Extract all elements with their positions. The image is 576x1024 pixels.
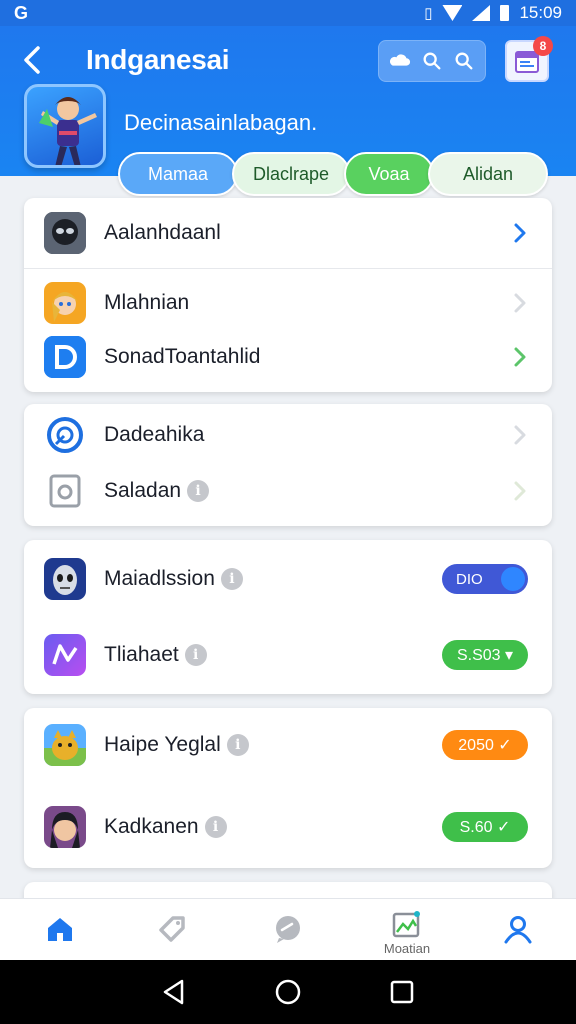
list-item[interactable]: Dadeahika	[24, 412, 552, 458]
toggle-knob	[501, 567, 525, 591]
gallery-icon	[392, 911, 420, 938]
app-screen: G ▯ 15:09 Indganesai 8 Decinasainlabagan…	[0, 0, 576, 1024]
profile-avatar[interactable]	[24, 84, 106, 168]
value-pill[interactable]: S.60 ✓	[442, 812, 528, 842]
list-item-label: Haipe Yeglal i	[104, 733, 249, 757]
search-icon-2[interactable]	[453, 50, 475, 72]
list-item-text: Haipe Yeglal	[104, 733, 221, 756]
circle-logo-icon	[44, 414, 86, 456]
dark-hair-portrait-icon	[44, 806, 86, 848]
settings-card-1: Aalanhdaanl Mlahnian SonadToantahlid	[24, 198, 552, 392]
status-bar: G ▯ 15:09	[0, 0, 576, 26]
list-item[interactable]: Maiadlssion i DIO	[24, 556, 552, 602]
header-action-group[interactable]	[378, 40, 486, 82]
divider	[24, 268, 552, 269]
system-navigation-bar	[0, 960, 576, 1024]
list-item[interactable]: Mlahnian	[24, 280, 552, 326]
d-logo-icon	[44, 336, 86, 378]
nav-home[interactable]	[40, 909, 80, 949]
chevron-right-icon	[514, 223, 526, 243]
list-item[interactable]: Aalanhdaanl	[24, 210, 552, 256]
character-portrait-icon	[44, 282, 86, 324]
list-item-label: Saladan i	[104, 479, 210, 503]
bottom-navigation: Moatian	[0, 898, 576, 960]
chevron-right-icon	[514, 347, 526, 367]
list-item-text: Tliahaet	[104, 643, 179, 666]
info-icon[interactable]: i	[204, 816, 227, 838]
info-icon[interactable]: i	[184, 644, 207, 666]
list-item-label: Maiadlssion i	[104, 567, 243, 591]
nav-gallery[interactable]	[386, 905, 426, 945]
notification-badge: 8	[533, 36, 553, 56]
back-button[interactable]	[20, 44, 50, 78]
info-icon[interactable]: i	[220, 568, 243, 590]
value-pill[interactable]: S.S03 ▾	[442, 640, 528, 670]
tab-1[interactable]: Mamaa	[118, 152, 238, 196]
list-item-label: Dadeahika	[104, 423, 205, 446]
golden-creature-icon	[44, 724, 86, 766]
page-title: Indganesai	[86, 44, 230, 75]
purple-logo-icon	[44, 634, 86, 676]
list-item-label: SonadToantahlid	[104, 345, 261, 368]
chevron-right-icon	[514, 425, 526, 445]
list-item-label: Aalanhdaanl	[104, 221, 221, 244]
profile-icon	[504, 916, 532, 944]
status-time: 15:09	[519, 3, 562, 22]
camera-frame-icon	[44, 470, 86, 512]
list-item-label: Kadkanen i	[104, 815, 227, 839]
home-icon	[48, 918, 72, 941]
toggle-label: DIO	[456, 570, 483, 588]
value-pill[interactable]: 2050 ✓	[442, 730, 528, 760]
nav-chat[interactable]	[268, 909, 308, 949]
status-app-icon: G	[14, 2, 29, 23]
list-item[interactable]: SonadToantahlid	[24, 334, 552, 380]
tab-4[interactable]: Alidan	[428, 152, 548, 196]
filter-tabs: Mamaa Dlaclrape Voaa Alidan	[118, 152, 548, 196]
list-item[interactable]: Tliahaet i S.S03 ▾	[24, 632, 552, 678]
chevron-right-icon	[514, 481, 526, 501]
list-item[interactable]: Kadkanen i S.60 ✓	[24, 804, 552, 850]
info-icon[interactable]: i	[187, 480, 210, 502]
list-item[interactable]: Saladan i	[24, 468, 552, 514]
cloud-icon	[389, 54, 411, 66]
chevron-left-icon	[24, 46, 40, 74]
header-subtitle: Decinasainlabagan.	[124, 110, 318, 135]
home-circle-icon[interactable]	[274, 978, 302, 1006]
character-avatar-icon	[39, 97, 97, 165]
nav-profile[interactable]	[498, 909, 538, 949]
wifi-icon	[442, 5, 463, 21]
battery-icon	[500, 5, 510, 21]
settings-card-3: Maiadlssion i DIO Tliahaet i S.S03 ▾	[24, 540, 552, 694]
tag-icon	[159, 916, 185, 942]
tab-3[interactable]: Voaa	[344, 152, 434, 196]
list-item-label: Mlahnian	[104, 291, 190, 314]
list-item-text: Saladan	[104, 479, 182, 502]
masked-face-icon	[44, 212, 86, 254]
list-item-text: Kadkanen	[104, 815, 199, 838]
toggle-switch[interactable]: DIO	[442, 564, 528, 594]
alien-face-icon	[44, 558, 86, 600]
tab-2[interactable]: Dlaclrape	[232, 152, 350, 196]
list-item-text: Maiadlssion	[104, 567, 215, 590]
vibrate-icon: ▯	[424, 5, 433, 22]
calendar-button[interactable]: 8	[505, 36, 553, 82]
chat-icon	[276, 916, 300, 943]
settings-card-2: Dadeahika Saladan i	[24, 404, 552, 526]
info-icon[interactable]: i	[226, 734, 249, 756]
recents-square-icon[interactable]	[388, 978, 416, 1006]
status-indicators: ▯ 15:09	[424, 3, 562, 23]
settings-card-4: Haipe Yeglal i 2050 ✓ Kadkanen i S.60 ✓	[24, 708, 552, 868]
nav-tag[interactable]	[152, 909, 192, 949]
chevron-right-icon	[514, 293, 526, 313]
nav-gallery-label: Moatian	[383, 941, 431, 956]
list-item[interactable]: Haipe Yeglal i 2050 ✓	[24, 722, 552, 768]
signal-icon	[472, 5, 491, 21]
list-item-label: Tliahaet i	[104, 643, 207, 667]
back-triangle-icon[interactable]	[160, 978, 188, 1006]
search-icon[interactable]	[421, 50, 443, 72]
